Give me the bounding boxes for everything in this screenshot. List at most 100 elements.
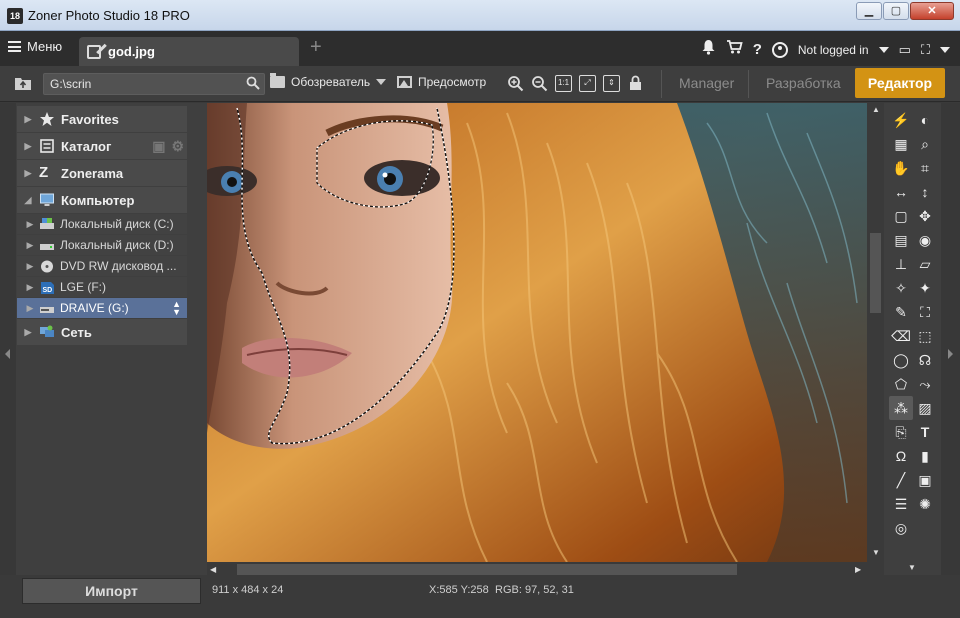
- actual-size-icon[interactable]: 1:1: [555, 75, 572, 92]
- search-icon[interactable]: [246, 76, 260, 93]
- paint-bucket-icon[interactable]: ⛶: [913, 300, 937, 324]
- mode-tab-editor[interactable]: Редактор: [855, 68, 945, 98]
- histogram-icon[interactable]: ▦: [889, 132, 913, 156]
- clone-stamp-icon[interactable]: ⊥: [889, 252, 913, 276]
- zoom-tool-icon[interactable]: ⌕: [913, 132, 937, 156]
- effects-icon[interactable]: ✺: [913, 492, 937, 516]
- expand-arrow-icon[interactable]: ▶: [17, 303, 39, 314]
- nav-item-zonerama[interactable]: ▶ Z Zonerama: [17, 160, 187, 186]
- scroll-down-icon[interactable]: ▼: [872, 548, 880, 557]
- vignette-icon[interactable]: ◎: [889, 516, 913, 540]
- collapse-arrow-icon[interactable]: ◢: [17, 195, 39, 206]
- user-icon[interactable]: [771, 41, 788, 58]
- eraser-icon[interactable]: ▱: [913, 252, 937, 276]
- preview-button[interactable]: Предосмотр: [397, 75, 486, 89]
- shopping-cart-icon[interactable]: [726, 39, 743, 60]
- expand-arrow-icon[interactable]: ▶: [17, 240, 39, 251]
- canvas-size-icon[interactable]: ▢: [889, 204, 913, 228]
- lock-icon[interactable]: [627, 75, 644, 92]
- vertical-scroll-thumb[interactable]: [870, 233, 881, 313]
- eraser-brush-icon[interactable]: ◐: [913, 108, 937, 132]
- nav-item-favorites[interactable]: ▶ Favorites: [17, 106, 187, 132]
- quick-fix-icon[interactable]: ⚡: [889, 108, 913, 132]
- lasso-icon[interactable]: ☊: [913, 348, 937, 372]
- fit-height-icon[interactable]: ⇕: [603, 75, 620, 92]
- polygon-lasso-icon[interactable]: ⬠: [889, 372, 913, 396]
- expand-arrow-icon[interactable]: ▶: [17, 168, 39, 179]
- gear-icon[interactable]: ⚙: [171, 138, 184, 155]
- scroll-left-icon[interactable]: ◀: [210, 565, 216, 574]
- expand-arrow-icon[interactable]: ▶: [17, 114, 39, 125]
- collapse-right-icon[interactable]: [948, 349, 953, 359]
- fullscreen-icon[interactable]: ⛶: [921, 41, 930, 59]
- hand-tool-icon[interactable]: ✋: [889, 156, 913, 180]
- right-panel-edge[interactable]: [941, 103, 960, 575]
- eject-updown-icon[interactable]: ▲ ▼: [172, 300, 181, 317]
- help-icon[interactable]: ?: [753, 41, 762, 59]
- mode-tab-develop[interactable]: Разработка: [766, 75, 841, 91]
- add-folder-icon[interactable]: ▣: [152, 138, 165, 155]
- levels-icon[interactable]: ▤: [889, 228, 913, 252]
- chevron-down-icon[interactable]: [878, 46, 889, 53]
- symbol-tool-icon[interactable]: Ω: [889, 444, 913, 468]
- horizontal-scrollbar[interactable]: ◀ ▶: [207, 562, 867, 577]
- mode-tab-manager[interactable]: Manager: [679, 75, 734, 91]
- paste-layer-icon[interactable]: ⎘: [889, 420, 913, 444]
- add-tab-button[interactable]: +: [310, 37, 322, 57]
- vertical-scrollbar[interactable]: ▲ ▼: [867, 103, 884, 562]
- nav-item-computer[interactable]: ◢ Компьютер: [17, 187, 187, 213]
- nav-item-catalog[interactable]: ▶ Каталог ▣ ⚙: [17, 133, 187, 159]
- image-insert-icon[interactable]: ▣: [913, 468, 937, 492]
- shape-tool-icon[interactable]: ▮: [913, 444, 937, 468]
- menu-button[interactable]: Меню: [8, 39, 62, 54]
- paint-brush-icon[interactable]: ✎: [889, 300, 913, 324]
- scroll-right-icon[interactable]: ▶: [855, 565, 861, 574]
- nav-drive-f[interactable]: ▶ SD LGE (F:): [17, 277, 187, 297]
- eraser-tool-icon[interactable]: ⌫: [889, 324, 913, 348]
- folder-up-icon[interactable]: [14, 75, 32, 91]
- notification-bell-icon[interactable]: [701, 39, 716, 60]
- expand-arrow-icon[interactable]: ▶: [17, 141, 39, 152]
- transform-icon[interactable]: ✥: [913, 204, 937, 228]
- image-canvas[interactable]: [207, 103, 867, 562]
- magic-wand-icon[interactable]: ⁂: [889, 396, 913, 420]
- path-input[interactable]: [43, 73, 265, 95]
- red-eye-icon[interactable]: ◉: [913, 228, 937, 252]
- magnetic-lasso-icon[interactable]: ⤳: [913, 372, 937, 396]
- nav-item-network[interactable]: ▶ Сеть: [17, 319, 187, 345]
- browser-view-button[interactable]: Обозреватель: [270, 73, 387, 89]
- maximize-button[interactable]: ▢: [883, 2, 909, 20]
- monitor-icon[interactable]: ▭: [899, 41, 911, 59]
- fit-to-screen-icon[interactable]: ⤢: [579, 75, 596, 92]
- selection-brush-icon[interactable]: ▨: [913, 396, 937, 420]
- nav-drive-g[interactable]: ▶ DRAIVE (G:) ▲ ▼: [17, 298, 187, 318]
- document-tab[interactable]: god.jpg: [79, 37, 299, 66]
- healing-brush-icon[interactable]: ✧: [889, 276, 913, 300]
- nav-drive-c[interactable]: ▶ Локальный диск (C:): [17, 214, 187, 234]
- scroll-up-icon[interactable]: ▲: [872, 105, 880, 114]
- horizon-icon[interactable]: ☰: [889, 492, 913, 516]
- horizontal-scroll-thumb[interactable]: [237, 564, 737, 575]
- text-tool-icon[interactable]: T: [913, 420, 937, 444]
- zoom-out-icon[interactable]: [531, 75, 548, 92]
- collapse-left-icon[interactable]: [5, 349, 10, 359]
- crop-tool-icon[interactable]: ⌗: [913, 156, 937, 180]
- nav-drive-dvd[interactable]: ▶ DVD RW дисковод ...: [17, 256, 187, 276]
- close-button[interactable]: ✕: [910, 2, 954, 20]
- more-tools-icon[interactable]: ▼: [908, 563, 916, 572]
- retouch-icon[interactable]: ✦: [913, 276, 937, 300]
- expand-arrow-icon[interactable]: ▶: [17, 261, 39, 272]
- line-tool-icon[interactable]: ╱: [889, 468, 913, 492]
- resize-height-icon[interactable]: ↕: [913, 180, 937, 204]
- user-status[interactable]: Not logged in: [798, 43, 869, 57]
- fullscreen-dropdown-icon[interactable]: [940, 46, 950, 53]
- minimize-button[interactable]: ▁: [856, 2, 882, 20]
- rect-select-icon[interactable]: ⬚: [913, 324, 937, 348]
- zoom-in-icon[interactable]: [507, 75, 524, 92]
- left-panel-edge[interactable]: [0, 103, 16, 575]
- expand-arrow-icon[interactable]: ▶: [17, 327, 39, 338]
- ellipse-select-icon[interactable]: ◯: [889, 348, 913, 372]
- nav-drive-d[interactable]: ▶ Локальный диск (D:): [17, 235, 187, 255]
- resize-width-icon[interactable]: ↔: [889, 180, 913, 204]
- expand-arrow-icon[interactable]: ▶: [17, 219, 39, 230]
